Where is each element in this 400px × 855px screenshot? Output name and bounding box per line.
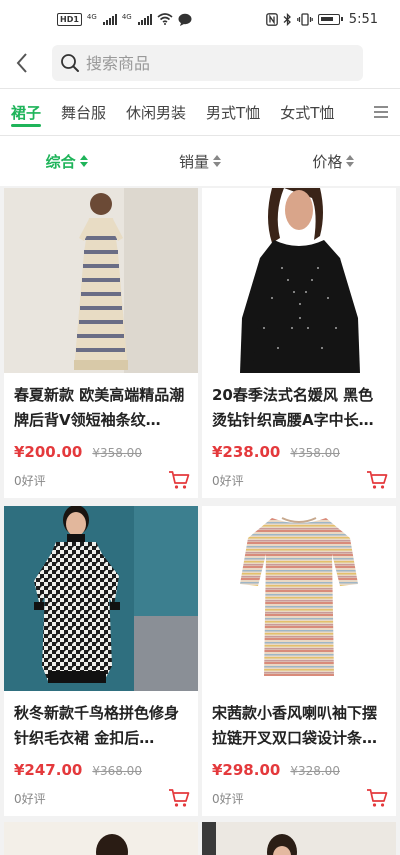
product-image	[4, 188, 198, 373]
nfc-icon	[265, 12, 278, 26]
search-box[interactable]	[52, 45, 363, 81]
product-title: 春夏新款 欧美高端精品潮牌后背V领短袖条纹…	[14, 386, 185, 429]
sort-label: 销量	[178, 152, 209, 171]
product-image	[4, 506, 198, 691]
review-count: 0好评	[212, 473, 244, 488]
original-price: ¥358.00	[290, 446, 340, 460]
product-title: 20春季法式名媛风 黑色烫钻针织高腰A字中长…	[212, 386, 374, 429]
review-count: 0好评	[212, 791, 244, 806]
product-card[interactable]: 春夏新款 欧美高端精品潮牌后背V领短袖条纹… ¥200.00 ¥358.00 0…	[4, 188, 198, 498]
product-price: ¥238.00	[212, 443, 281, 461]
menu-icon	[374, 106, 388, 118]
hd-badge: HD1	[57, 12, 82, 26]
tab-mens-tshirt[interactable]: 男式T恤	[195, 89, 269, 135]
sort-bar: 综合 销量 价格	[0, 136, 400, 186]
category-menu-button[interactable]	[362, 89, 400, 135]
price-row: ¥298.00 ¥328.00	[202, 761, 396, 779]
product-grid: 春夏新款 欧美高端精品潮牌后背V领短袖条纹… ¥200.00 ¥358.00 0…	[0, 186, 400, 855]
product-title: 宋茜款小香风喇叭袖下摆拉链开叉双口袋设计条…	[212, 704, 378, 747]
message-icon	[178, 13, 192, 26]
cart-icon[interactable]	[168, 470, 190, 490]
search-input[interactable]	[86, 53, 326, 73]
tab-womens-tshirt[interactable]: 女式T恤	[269, 89, 343, 135]
search-icon	[61, 54, 79, 72]
product-price: ¥247.00	[14, 761, 83, 779]
vibrate-icon	[296, 12, 313, 26]
sort-arrows-icon	[346, 155, 355, 167]
product-card[interactable]: 秋冬新款千鸟格拼色修身针织毛衣裙 金扣后… ¥247.00 ¥368.00 0好…	[4, 506, 198, 816]
product-price: ¥200.00	[14, 443, 83, 461]
product-footer: 0好评	[4, 467, 198, 493]
status-bar: HD1 4G 4G 5:51	[0, 0, 400, 38]
cart-icon[interactable]	[366, 470, 388, 490]
product-card[interactable]	[4, 822, 198, 855]
sort-label: 价格	[312, 152, 343, 171]
product-image	[202, 822, 396, 855]
signal-icon	[102, 13, 117, 25]
sort-arrows-icon	[213, 155, 221, 167]
product-footer: 0好评	[4, 785, 198, 811]
status-left: HD1 4G 4G	[57, 12, 192, 26]
sort-price[interactable]: 价格	[267, 151, 400, 172]
product-image	[202, 506, 396, 691]
product-card[interactable]	[202, 822, 396, 855]
wifi-icon	[157, 13, 173, 25]
price-row: ¥247.00 ¥368.00	[4, 761, 198, 779]
sort-sales[interactable]: 销量	[133, 151, 266, 172]
search-header	[0, 38, 400, 88]
product-card[interactable]: 宋茜款小香风喇叭袖下摆拉链开叉双口袋设计条… ¥298.00 ¥328.00 0…	[202, 506, 396, 816]
product-card[interactable]: 20春季法式名媛风 黑色烫钻针织高腰A字中长… ¥238.00 ¥358.00 …	[202, 188, 396, 498]
bluetooth-icon	[283, 12, 291, 26]
clock: 5:51	[348, 11, 378, 27]
product-image	[202, 188, 396, 373]
review-count: 0好评	[14, 473, 46, 488]
signal-label-2: 4G	[121, 12, 132, 21]
back-button[interactable]	[0, 38, 44, 88]
status-right: 5:51	[265, 11, 378, 27]
original-price: ¥328.00	[290, 764, 340, 778]
original-price: ¥368.00	[92, 764, 142, 778]
tab-mens-casual[interactable]: 休闲男装	[115, 89, 195, 135]
cart-icon[interactable]	[168, 788, 190, 808]
chevron-left-icon	[16, 53, 27, 73]
product-price: ¥298.00	[212, 761, 281, 779]
product-title: 秋冬新款千鸟格拼色修身针织毛衣裙 金扣后…	[14, 704, 180, 747]
sort-label: 综合	[45, 152, 76, 171]
signal-label-1: 4G	[86, 12, 97, 21]
tab-scroll: 裙子 舞台服 休闲男装 男式T恤 女式T恤	[0, 89, 362, 135]
product-image	[4, 822, 198, 855]
cart-icon[interactable]	[366, 788, 388, 808]
tab-stage-wear[interactable]: 舞台服	[50, 89, 115, 135]
price-row: ¥238.00 ¥358.00	[202, 443, 396, 461]
signal-icon	[137, 13, 152, 25]
product-footer: 0好评	[202, 785, 396, 811]
battery-icon	[317, 13, 343, 25]
review-count: 0好评	[14, 791, 46, 806]
category-tabs: 裙子 舞台服 休闲男装 男式T恤 女式T恤	[0, 88, 400, 136]
product-footer: 0好评	[202, 467, 396, 493]
price-row: ¥200.00 ¥358.00	[4, 443, 198, 461]
sort-arrows-icon	[79, 155, 88, 167]
tab-skirts[interactable]: 裙子	[0, 89, 50, 135]
original-price: ¥358.00	[92, 446, 142, 460]
sort-default[interactable]: 综合	[0, 151, 133, 172]
